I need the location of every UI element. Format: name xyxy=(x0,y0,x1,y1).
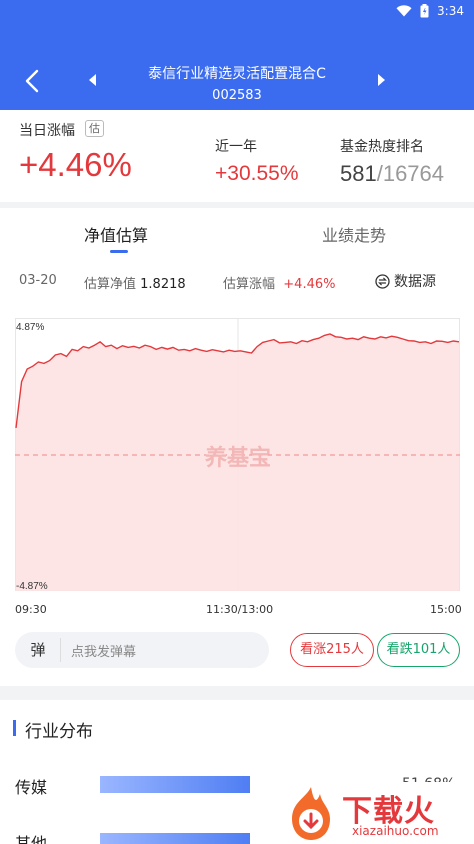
tab-nav-estimate[interactable]: 净值估算 xyxy=(84,222,148,246)
danmaku-input[interactable]: 点我发弹幕 xyxy=(71,641,136,660)
data-source-label: 数据源 xyxy=(394,274,436,290)
industry-row-label: 其他 xyxy=(15,834,48,844)
bearish-button[interactable]: 看跌101人 xyxy=(377,633,460,667)
danmaku-toggle-button[interactable]: 弹 xyxy=(20,636,56,664)
estimate-change-label: 估算涨幅 xyxy=(223,277,276,292)
today-change-value: +4.46% xyxy=(19,146,132,183)
estimate-date: 03-20 xyxy=(19,273,57,288)
refresh-icon xyxy=(375,273,390,289)
next-fund-icon[interactable] xyxy=(374,73,388,87)
active-tab-indicator xyxy=(110,250,128,253)
popularity-rank: 581/16764 xyxy=(340,161,444,187)
danmaku-divider xyxy=(60,638,61,662)
industry-title: 行业分布 xyxy=(25,722,93,742)
tab-performance[interactable]: 业绩走势 xyxy=(322,222,386,246)
estimate-nav-value: 1.8218 xyxy=(140,277,186,292)
x-label-midday: 11:30/13:00 xyxy=(206,603,274,616)
fund-name: 泰信行业精选灵活配置混合C xyxy=(148,66,326,82)
status-time: 3:34 xyxy=(437,4,464,18)
chart-watermark: 养基宝 xyxy=(204,445,271,471)
data-source-button[interactable]: 数据源 xyxy=(375,271,436,291)
site-watermark: 下载火 xiazaihuo.com xyxy=(280,782,474,844)
today-change-label: 当日涨幅 xyxy=(19,123,75,139)
flame-logo-icon xyxy=(292,787,330,840)
bullish-button[interactable]: 看涨215人 xyxy=(290,633,374,667)
section-accent xyxy=(13,720,16,736)
estimate-tag: 估 xyxy=(85,120,104,137)
x-label-open: 09:30 xyxy=(15,603,47,616)
year-change-value: +30.55% xyxy=(215,162,299,185)
estimate-change: 估算涨幅 +4.46% xyxy=(223,273,335,292)
estimate-nav-label: 估算净值 xyxy=(84,277,137,292)
estimate-nav: 估算净值 1.8218 xyxy=(84,273,186,292)
year-change-label: 近一年 xyxy=(215,139,257,155)
rank-total: /16764 xyxy=(376,161,445,186)
watermark-url: xiazaihuo.com xyxy=(352,824,439,838)
back-arrow-icon[interactable] xyxy=(18,66,46,96)
rank-label: 基金热度排名 xyxy=(340,139,424,155)
app-header: 3:34 泰信行业精选灵活配置混合C 002583 xyxy=(0,0,474,110)
page: 3:34 泰信行业精选灵活配置混合C 002583 当日涨幅 估 +4.46% … xyxy=(0,0,474,844)
danmaku-bar: 弹 点我发弹幕 xyxy=(15,632,269,668)
previous-fund-icon[interactable] xyxy=(86,73,100,87)
industry-row-bar xyxy=(100,833,250,844)
x-label-close: 15:00 xyxy=(430,603,462,616)
estimate-change-value: +4.46% xyxy=(283,277,336,292)
status-bar: 3:34 xyxy=(396,3,464,19)
wifi-icon xyxy=(396,5,412,17)
industry-row-bar xyxy=(100,776,250,793)
fund-summary: 当日涨幅 估 +4.46% 近一年 +30.55% 基金热度排名 581/167… xyxy=(0,110,474,202)
chart-card: 净值估算 业绩走势 03-20 估算净值 1.8218 估算涨幅 +4.46% … xyxy=(0,208,474,686)
intraday-chart: 养基宝 4.87% -4.87% xyxy=(15,318,460,592)
rank-value: 581 xyxy=(340,161,377,186)
fund-code: 002583 xyxy=(212,88,262,103)
y-bottom-label: -4.87% xyxy=(16,581,48,592)
battery-icon xyxy=(420,4,429,18)
y-top-label: 4.87% xyxy=(16,322,44,333)
industry-row-label: 传媒 xyxy=(15,778,48,797)
